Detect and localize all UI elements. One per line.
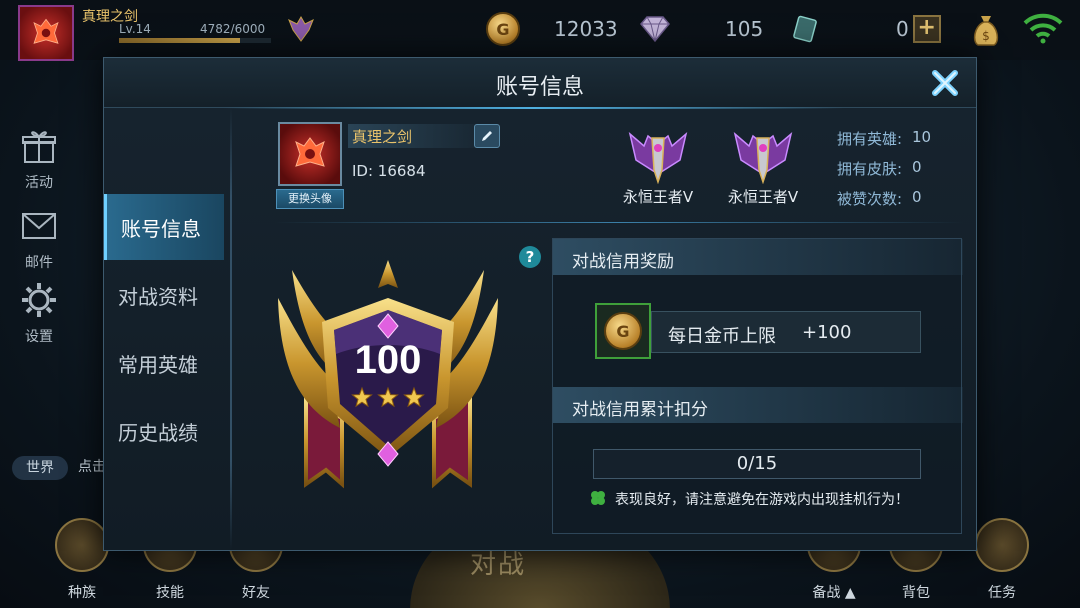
gold-coin-icon: G [486, 12, 520, 46]
credit-score: 100 [354, 338, 422, 382]
dialog-header: 账号信息 [104, 58, 976, 108]
rank-name-1: 永恒王者Ⅴ [622, 188, 694, 206]
deduct-value: 0/15 [593, 449, 921, 479]
exp-bar [119, 38, 271, 43]
top-bar: 真理之剑 Lv.14 4782/6000 G 12033 105 0 + $ [0, 0, 1080, 61]
nav-friends-label: 好友 [242, 585, 270, 601]
reward-label: 每日金币上限 [668, 326, 776, 347]
tip-text: 表现良好，请注意避免在游戏内出现挂机行为！ [615, 492, 909, 508]
exp-bar-fill [119, 38, 241, 43]
clover-icon [591, 491, 605, 505]
credit-panel: 对战信用奖励 G 每日金币上限 +100 对战信用累计扣分 0/15 表现良好，… [552, 238, 963, 534]
ticket-amount: 0 [896, 17, 909, 41]
profile-id: ID: 16684 [352, 162, 426, 180]
tab-common-heroes[interactable]: 常用英雄 [104, 330, 224, 396]
side-settings-button[interactable]: 设置 [14, 280, 64, 346]
diamond-resource: 105 [637, 12, 763, 46]
profile-name: 真理之剑 [352, 128, 413, 146]
rank-name-2: 永恒王者Ⅴ [727, 188, 799, 206]
side-activity-label: 活动 [25, 175, 53, 191]
ticket-icon [793, 15, 817, 43]
gear-icon [22, 283, 56, 317]
account-info-dialog: 账号信息 账号信息 对战资料 常用英雄 历史战绩 更换头像 真理之剑 ID: 1… [103, 57, 977, 551]
player-avatar[interactable] [18, 5, 74, 61]
stat-heroes-label: 拥有英雄: [837, 130, 903, 148]
tab-history[interactable]: 历史战绩 [104, 398, 224, 464]
nav-task-button[interactable]: 任务 [970, 518, 1034, 601]
wifi-icon [1023, 13, 1063, 44]
nav-bag-label: 背包 [902, 585, 930, 601]
rank-emblem-icon[interactable] [731, 124, 795, 184]
profile-avatar[interactable] [278, 122, 342, 186]
edit-name-button[interactable] [474, 124, 500, 148]
demon-crest-icon [33, 18, 59, 44]
tab-account-info[interactable]: 账号信息 [104, 194, 224, 260]
gold-coin-icon: G [604, 312, 642, 350]
stat-likes-label: 被赞次数: [837, 190, 903, 208]
header-glow-line [224, 107, 844, 109]
gold-amount: 12033 [554, 17, 618, 41]
dialog-title: 账号信息 [495, 75, 584, 100]
deduct-section-title: 对战信用累计扣分 [572, 400, 708, 420]
close-icon[interactable] [930, 68, 960, 98]
stat-likes-value: 0 [912, 188, 922, 206]
profile-separator [274, 222, 964, 223]
player-exp: 4782/6000 [200, 22, 266, 36]
ticket-resource: 0 + [790, 12, 941, 46]
stat-skins-label: 拥有皮肤: [837, 160, 903, 178]
nav-skill-label: 技能 [156, 585, 184, 601]
stat-skins-value: 0 [912, 158, 922, 176]
side-mail-button[interactable]: 邮件 [14, 206, 64, 272]
add-ticket-button[interactable]: + [912, 15, 941, 43]
reward-section-header: 对战信用奖励 [553, 239, 963, 275]
nav-task-label: 任务 [988, 585, 1016, 601]
tabs-divider [230, 108, 232, 550]
mail-icon [22, 213, 56, 239]
svg-text:$: $ [982, 29, 990, 43]
rank-emblem-icon[interactable] [626, 124, 690, 184]
gift-icon [22, 131, 56, 163]
tab-battle-data[interactable]: 对战资料 [104, 262, 224, 328]
reward-value: +100 [802, 322, 852, 343]
deduct-section-header: 对战信用累计扣分 [553, 387, 963, 423]
race-icon [55, 518, 109, 572]
demon-crest-icon [295, 137, 325, 167]
chat-text[interactable]: 点击 [78, 456, 106, 476]
nav-race-label: 种族 [68, 585, 96, 601]
help-icon[interactable]: ? [519, 246, 541, 268]
side-mail-label: 邮件 [25, 255, 53, 271]
change-avatar-button[interactable]: 更换头像 [276, 189, 344, 209]
reward-section-title: 对战信用奖励 [572, 252, 674, 272]
side-activity-button[interactable]: 活动 [14, 126, 64, 192]
pencil-icon [482, 131, 492, 141]
diamond-amount: 105 [725, 17, 764, 41]
chat-channel-tag[interactable]: 世界 [12, 456, 68, 480]
side-settings-label: 设置 [25, 329, 53, 345]
money-bag-icon[interactable]: $ [970, 12, 1002, 48]
gold-resource: G 12033 [486, 12, 618, 46]
player-level: Lv.14 [119, 22, 151, 36]
diamond-icon [640, 16, 670, 43]
reward-row: 每日金币上限 +100 [651, 311, 921, 353]
rank-mini-icon[interactable] [286, 14, 316, 44]
nav-prepare-label: 备战 ▲ [812, 585, 856, 601]
dialog-tabs: 账号信息 对战资料 常用英雄 历史战绩 [104, 108, 224, 550]
task-icon [975, 518, 1029, 572]
reward-icon-box: G [595, 303, 651, 359]
stat-heroes-value: 10 [912, 128, 932, 146]
